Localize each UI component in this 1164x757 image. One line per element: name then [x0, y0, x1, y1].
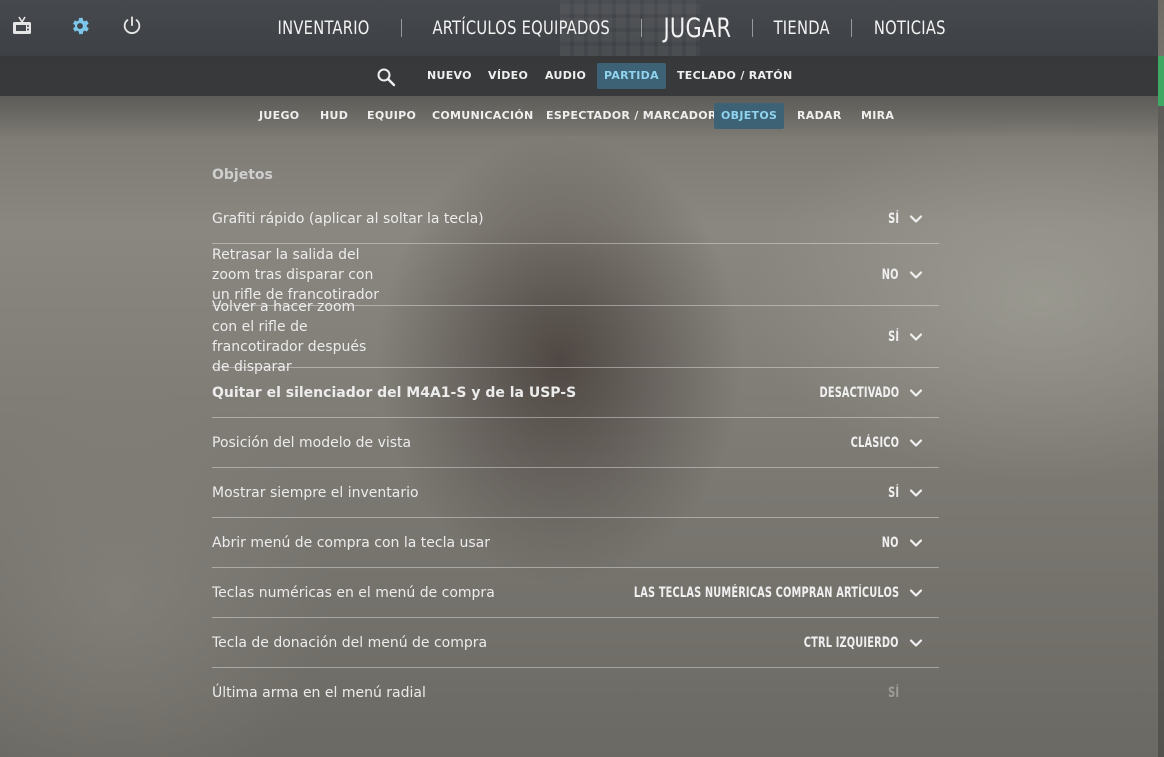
tab-hud[interactable]: HUD — [313, 103, 355, 129]
setting-value: CTRL IZQUIERDO — [804, 634, 899, 651]
tab-audio[interactable]: AUDIO — [538, 63, 593, 89]
setting-label: Grafiti rápido (aplicar al soltar la tec… — [212, 210, 484, 227]
nav-separator — [401, 19, 403, 37]
chevron-down-icon — [909, 638, 923, 647]
nav-separator — [640, 19, 642, 37]
setting-dropdown[interactable]: SÍ — [885, 329, 923, 345]
setting-label: Tecla de donación del menú de compra — [212, 634, 488, 651]
tab-comunicacion[interactable]: COMUNICACIÓN — [425, 103, 541, 129]
setting-value: SÍ — [887, 328, 899, 345]
setting-label: Retrasar la salida del zoom tras dispara… — [212, 246, 379, 303]
setting-label: Quitar el silenciador del M4A1-S y de la… — [212, 384, 577, 401]
nav-jugar[interactable]: JUGAR — [653, 13, 741, 44]
setting-row[interactable]: Quitar el silenciador del M4A1-S y de la… — [212, 368, 939, 418]
search-icon[interactable] — [372, 63, 400, 89]
scrollbar-thumb[interactable] — [1158, 56, 1164, 106]
setting-value: SÍ — [887, 685, 899, 701]
chevron-down-icon — [909, 438, 923, 447]
settings-tab-bar: NUEVO VÍDEO AUDIO PARTIDA TECLADO / RATÓ… — [0, 56, 1158, 96]
nav-separator — [752, 19, 754, 37]
scrollbar-track[interactable] — [1158, 56, 1164, 757]
nav-noticias[interactable]: NOTICIAS — [863, 17, 956, 39]
setting-dropdown[interactable]: NO — [877, 267, 923, 283]
setting-label: Volver a hacer zoom con el rifle de fran… — [212, 298, 367, 375]
gear-icon[interactable] — [68, 14, 92, 38]
setting-value: NO — [882, 534, 899, 551]
game-settings-tab-bar: JUEGO HUD EQUIPO COMUNICACIÓN ESPECTADOR… — [0, 96, 1158, 136]
tab-radar[interactable]: RADAR — [790, 103, 849, 129]
tab-espectador-marcador[interactable]: ESPECTADOR / MARCADOR — [539, 103, 724, 129]
setting-value: NO — [882, 266, 899, 283]
tab-mira[interactable]: MIRA — [854, 103, 901, 129]
tab-nuevo[interactable]: NUEVO — [420, 63, 479, 89]
nav-inventario[interactable]: INVENTARIO — [267, 17, 380, 39]
setting-value: SÍ — [887, 484, 899, 501]
setting-dropdown[interactable]: SÍ — [885, 485, 923, 501]
tab-partida[interactable]: PARTIDA — [597, 63, 666, 89]
setting-dropdown[interactable]: SÍ — [885, 211, 923, 227]
setting-label: Última arma en el menú radial — [212, 685, 426, 701]
setting-dropdown: SÍ — [885, 685, 899, 701]
setting-row[interactable]: Grafiti rápido (aplicar al soltar la tec… — [212, 190, 939, 244]
setting-row[interactable]: Tecla de donación del menú de compra CTR… — [212, 618, 939, 668]
chevron-down-icon — [909, 588, 923, 597]
setting-label: Posición del modelo de vista — [212, 434, 412, 451]
chevron-down-icon — [909, 388, 923, 397]
setting-value: CLÁSICO — [850, 434, 899, 451]
tab-juego[interactable]: JUEGO — [252, 103, 306, 129]
top-bar: INVENTARIO ARTÍCULOS EQUIPADOS JUGAR TIE… — [0, 0, 1158, 56]
main-nav: INVENTARIO ARTÍCULOS EQUIPADOS JUGAR TIE… — [258, 0, 963, 56]
chevron-down-icon — [909, 332, 923, 341]
tab-video[interactable]: VÍDEO — [481, 63, 535, 89]
nav-tienda[interactable]: TIENDA — [764, 17, 841, 39]
setting-dropdown[interactable]: DESACTIVADO — [797, 385, 923, 401]
setting-row[interactable]: Volver a hacer zoom con el rifle de fran… — [212, 299, 939, 375]
setting-row[interactable]: Posición del modelo de vista CLÁSICO — [212, 418, 939, 468]
tv-icon[interactable] — [10, 14, 34, 38]
setting-dropdown[interactable]: LAS TECLAS NUMÉRICAS COMPRAN ARTÍCULOS — [559, 585, 923, 601]
chevron-down-icon — [909, 488, 923, 497]
chevron-down-icon — [909, 214, 923, 223]
section-title: Objetos — [212, 167, 273, 183]
tab-equipo[interactable]: EQUIPO — [360, 103, 423, 129]
setting-label: Teclas numéricas en el menú de compra — [212, 584, 495, 601]
setting-dropdown[interactable]: CLÁSICO — [837, 435, 923, 451]
setting-dropdown[interactable]: NO — [877, 535, 923, 551]
setting-value: LAS TECLAS NUMÉRICAS COMPRAN ARTÍCULOS — [633, 584, 899, 601]
chevron-down-icon — [909, 538, 923, 547]
setting-dropdown[interactable]: CTRL IZQUIERDO — [777, 635, 923, 651]
setting-label: Abrir menú de compra con la tecla usar — [212, 534, 491, 551]
setting-row[interactable]: Abrir menú de compra con la tecla usar N… — [212, 518, 939, 568]
setting-value: SÍ — [887, 210, 899, 227]
nav-separator — [850, 19, 852, 37]
tab-objetos[interactable]: OBJETOS — [714, 103, 785, 129]
setting-label: Mostrar siempre el inventario — [212, 484, 419, 501]
setting-row[interactable]: Mostrar siempre el inventario SÍ — [212, 468, 939, 518]
tab-teclado-raton[interactable]: TECLADO / RATÓN — [670, 63, 799, 89]
setting-row[interactable]: Teclas numéricas en el menú de compra LA… — [212, 568, 939, 618]
settings-panel: Objetos Grafiti rápido (aplicar al solta… — [212, 160, 939, 718]
setting-value: DESACTIVADO — [819, 384, 899, 401]
nav-articulos-equipados[interactable]: ARTÍCULOS EQUIPADOS — [422, 17, 620, 39]
setting-row: Última arma en el menú radial SÍ — [212, 668, 939, 718]
chevron-down-icon — [909, 270, 923, 279]
power-icon[interactable] — [120, 14, 144, 38]
